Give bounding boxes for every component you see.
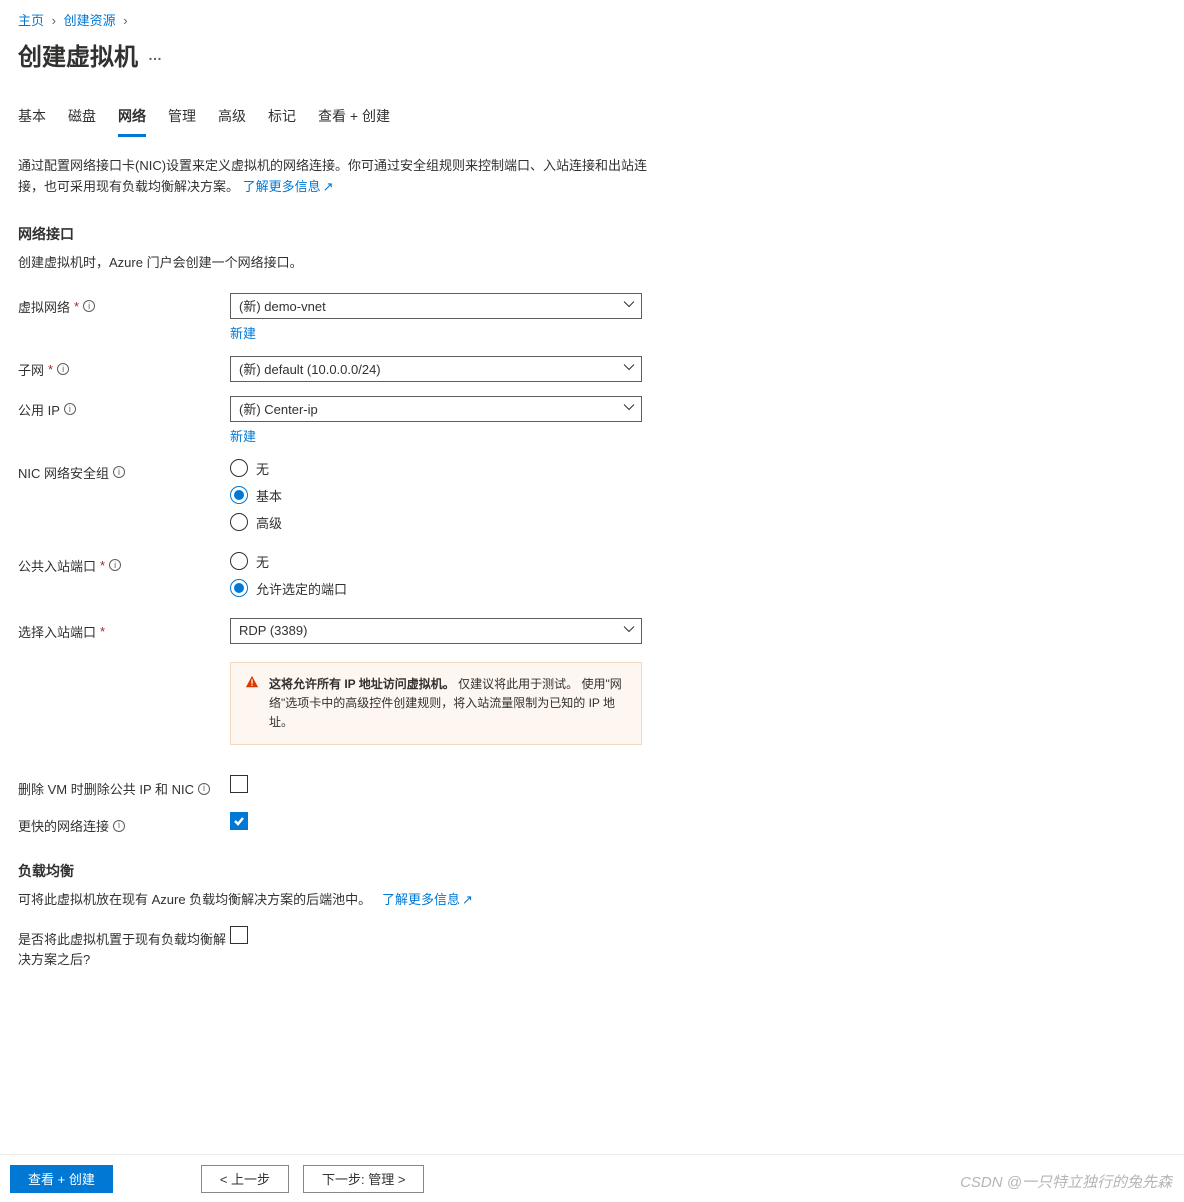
- lb-section-desc-text: 可将此虚拟机放在现有 Azure 负载均衡解决方案的后端池中。: [18, 892, 371, 907]
- accel-net-label: 更快的网络连接 i: [18, 812, 230, 835]
- warning-bold: 这将允许所有 IP 地址访问虚拟机。: [269, 677, 455, 691]
- nsg-radio-advanced[interactable]: 高级: [230, 513, 642, 532]
- page-title: 创建虚拟机 …: [18, 37, 1166, 72]
- lb-section-title: 负载均衡: [18, 861, 1166, 881]
- tab-manage[interactable]: 管理: [168, 106, 196, 137]
- vnet-label-text: 虚拟网络: [18, 297, 70, 316]
- nsg-radio-group: 无 基本 高级: [230, 459, 642, 532]
- tab-tags[interactable]: 标记: [268, 106, 296, 137]
- select-port-label: 选择入站端口 *: [18, 618, 230, 641]
- inbound-label: 公共入站端口 * i: [18, 552, 230, 575]
- warning-text: 这将允许所有 IP 地址访问虚拟机。 仅建议将此用于测试。 使用"网络"选项卡中…: [269, 675, 627, 733]
- publicip-select[interactable]: (新) Center-ip: [230, 396, 642, 422]
- delete-ip-nic-label-text: 删除 VM 时删除公共 IP 和 NIC: [18, 779, 194, 798]
- learn-more-link[interactable]: 了解更多信息↗: [243, 179, 334, 194]
- nsg-radio-basic[interactable]: 基本: [230, 486, 642, 505]
- lb-field-label-text: 是否将此虚拟机置于现有负载均衡解决方案之后?: [18, 930, 230, 969]
- tab-advanced[interactable]: 高级: [218, 106, 246, 137]
- select-port-label-text: 选择入站端口: [18, 622, 96, 641]
- tab-review[interactable]: 查看 + 创建: [318, 106, 390, 137]
- nsg-label-text: NIC 网络安全组: [18, 463, 109, 482]
- delete-ip-nic-label: 删除 VM 时删除公共 IP 和 NIC i: [18, 775, 230, 798]
- nsg-radio-none-label: 无: [256, 459, 269, 478]
- previous-button[interactable]: < 上一步: [201, 1165, 289, 1193]
- tabs: 基本 磁盘 网络 管理 高级 标记 查看 + 创建: [18, 106, 1166, 138]
- review-create-button[interactable]: 查看 + 创建: [10, 1165, 113, 1193]
- info-icon[interactable]: i: [83, 300, 95, 312]
- delete-ip-nic-checkbox[interactable]: [230, 775, 248, 793]
- breadcrumb: 主页 › 创建资源 ›: [18, 10, 1166, 29]
- select-port-select[interactable]: RDP (3389): [230, 618, 642, 644]
- nsg-radio-basic-label: 基本: [256, 486, 282, 505]
- nsg-radio-advanced-label: 高级: [256, 513, 282, 532]
- tab-disk[interactable]: 磁盘: [68, 106, 96, 137]
- chevron-down-icon: [623, 298, 635, 313]
- page-title-text: 创建虚拟机: [18, 37, 138, 72]
- inbound-radio-allow[interactable]: 允许选定的端口: [230, 579, 642, 598]
- intro-text: 通过配置网络接口卡(NIC)设置来定义虚拟机的网络连接。你可通过安全组规则来控制…: [18, 156, 668, 198]
- breadcrumb-create-resource[interactable]: 创建资源: [64, 13, 116, 28]
- vnet-select[interactable]: (新) demo-vnet: [230, 293, 642, 319]
- info-icon[interactable]: i: [64, 403, 76, 415]
- required-mark: *: [74, 299, 79, 314]
- publicip-label-text: 公用 IP: [18, 400, 60, 419]
- select-port-value: RDP (3389): [239, 623, 307, 638]
- inbound-radio-group: 无 允许选定的端口: [230, 552, 642, 598]
- lb-learn-more-label: 了解更多信息: [382, 892, 460, 907]
- publicip-new-link[interactable]: 新建: [230, 426, 256, 445]
- chevron-right-icon: ›: [123, 13, 127, 28]
- next-button[interactable]: 下一步: 管理 >: [303, 1165, 424, 1193]
- lb-learn-more-link[interactable]: 了解更多信息↗: [382, 892, 473, 907]
- publicip-label: 公用 IP i: [18, 396, 230, 419]
- lb-section-desc: 可将此虚拟机放在现有 Azure 负载均衡解决方案的后端池中。 了解更多信息↗: [18, 889, 1166, 908]
- subnet-label-text: 子网: [18, 360, 44, 379]
- info-icon[interactable]: i: [198, 783, 210, 795]
- external-link-icon: ↗: [462, 892, 473, 907]
- nsg-label: NIC 网络安全组 i: [18, 459, 230, 482]
- nsg-radio-none[interactable]: 无: [230, 459, 642, 478]
- chevron-down-icon: [623, 401, 635, 416]
- lb-checkbox[interactable]: [230, 926, 248, 944]
- inbound-label-text: 公共入站端口: [18, 556, 96, 575]
- accel-net-checkbox[interactable]: [230, 812, 248, 830]
- tab-network[interactable]: 网络: [118, 106, 146, 137]
- subnet-label: 子网 * i: [18, 356, 230, 379]
- accel-net-label-text: 更快的网络连接: [18, 816, 109, 835]
- chevron-down-icon: [623, 623, 635, 638]
- warning-icon: [245, 675, 259, 733]
- section-nic-desc: 创建虚拟机时，Azure 门户会创建一个网络接口。: [18, 252, 1166, 271]
- vnet-value: (新) demo-vnet: [239, 296, 326, 315]
- info-icon[interactable]: i: [113, 820, 125, 832]
- vnet-label: 虚拟网络 * i: [18, 293, 230, 316]
- required-mark: *: [48, 362, 53, 377]
- tab-basic[interactable]: 基本: [18, 106, 46, 137]
- chevron-down-icon: [623, 361, 635, 376]
- publicip-value: (新) Center-ip: [239, 399, 318, 418]
- breadcrumb-home[interactable]: 主页: [18, 13, 44, 28]
- section-nic-title: 网络接口: [18, 224, 1166, 244]
- chevron-right-icon: ›: [52, 13, 56, 28]
- more-icon[interactable]: …: [148, 47, 163, 63]
- subnet-value: (新) default (10.0.0.0/24): [239, 359, 381, 378]
- required-mark: *: [100, 558, 105, 573]
- warning-box: 这将允许所有 IP 地址访问虚拟机。 仅建议将此用于测试。 使用"网络"选项卡中…: [230, 662, 642, 746]
- footer: 查看 + 创建 < 上一步 下一步: 管理 >: [0, 1154, 1184, 1202]
- learn-more-label: 了解更多信息: [243, 179, 321, 194]
- inbound-radio-allow-label: 允许选定的端口: [256, 579, 347, 598]
- vnet-new-link[interactable]: 新建: [230, 323, 256, 342]
- inbound-radio-none[interactable]: 无: [230, 552, 642, 571]
- info-icon[interactable]: i: [113, 466, 125, 478]
- lb-field-label: 是否将此虚拟机置于现有负载均衡解决方案之后?: [18, 926, 230, 969]
- required-mark: *: [100, 624, 105, 639]
- info-icon[interactable]: i: [57, 363, 69, 375]
- info-icon[interactable]: i: [109, 559, 121, 571]
- subnet-select[interactable]: (新) default (10.0.0.0/24): [230, 356, 642, 382]
- external-link-icon: ↗: [323, 179, 334, 194]
- inbound-radio-none-label: 无: [256, 552, 269, 571]
